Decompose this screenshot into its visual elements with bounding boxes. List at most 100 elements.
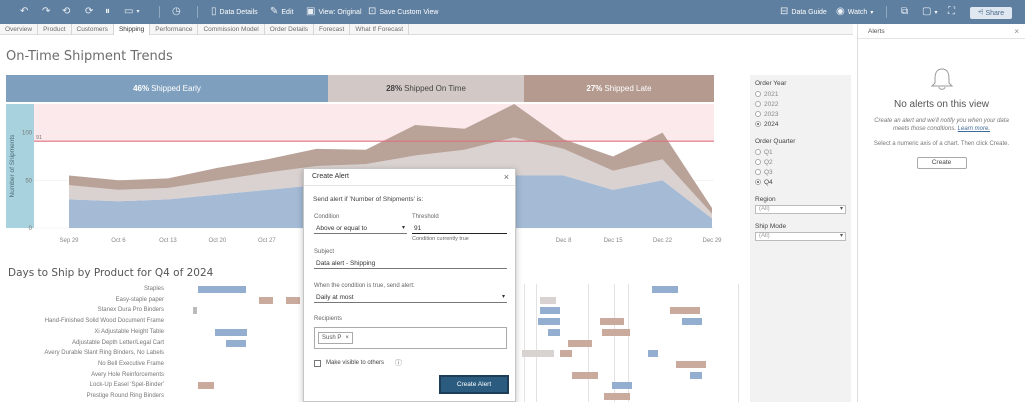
product-label: Prestige Round Ring Binders <box>86 393 164 399</box>
y-tick-label: 50 <box>25 178 32 184</box>
redo-icon[interactable]: ↷ <box>42 0 50 24</box>
save-custom-view-button[interactable]: ⊡ Save Custom View <box>368 0 438 24</box>
chevron-down-icon: ▾ <box>839 206 843 212</box>
gantt-bar[interactable] <box>602 328 630 336</box>
gantt-bar[interactable] <box>604 393 630 400</box>
order-year-filter: Order Year 2021 2022 2023 2024 <box>755 80 846 129</box>
data-details-button[interactable]: ▯ Data Details <box>211 0 258 24</box>
gantt-bar[interactable] <box>676 360 706 368</box>
refresh-icon[interactable]: ⟳ <box>85 0 93 24</box>
product-label: No Bell Executive Frame <box>97 360 164 367</box>
gantt-bar[interactable] <box>286 296 300 304</box>
filters-panel: Order Year 2021 2022 2023 2024 Order Quarte… <box>750 75 851 402</box>
gantt-bar[interactable] <box>560 350 572 358</box>
gantt-bar[interactable] <box>572 371 598 379</box>
make-visible-checkbox[interactable] <box>314 360 321 367</box>
radio-icon <box>755 121 761 127</box>
edit-button[interactable]: ✎ Edit <box>270 0 293 24</box>
ship-mode-select[interactable]: (All) ▾ <box>755 232 846 241</box>
fullscreen-icon[interactable]: ⛶ <box>948 0 955 24</box>
no-alerts-heading: No alerts on this view <box>893 99 990 110</box>
document-icon: ▯ <box>211 6 217 17</box>
gantt-bar[interactable] <box>652 286 678 293</box>
revert-icon[interactable]: ⟲ <box>62 0 70 24</box>
subject-input[interactable]: Data alert - Shipping <box>314 259 507 269</box>
gridline <box>524 284 525 402</box>
gantt-bar[interactable] <box>215 328 247 336</box>
shipment-segment-shipped-early[interactable]: 46% Shipped Early <box>6 75 328 102</box>
undo-icon[interactable]: ↶ <box>20 0 28 24</box>
subject-label: Subject <box>314 249 335 255</box>
product-label: Stanex Dura Pro Binders <box>97 307 164 314</box>
region-select[interactable]: (All) ▾ <box>755 205 846 214</box>
tab-forecast[interactable]: Forecast <box>314 24 351 35</box>
remove-recipient-icon[interactable]: × <box>345 333 349 343</box>
frequency-label: When the condition is true, send alert: <box>314 283 415 289</box>
history-icon[interactable]: ◷ <box>172 0 181 24</box>
gantt-bar[interactable] <box>682 318 702 326</box>
segment-percent: 28% <box>386 84 403 93</box>
gantt-bar[interactable] <box>670 307 700 315</box>
shipment-segment-shipped-on-time[interactable]: 28% Shipped On Time <box>328 75 524 102</box>
watch-button[interactable]: ◉ Watch ▾ <box>836 0 873 24</box>
condition-select[interactable]: Above or equal to ▾ <box>314 224 407 234</box>
tab-shipping[interactable]: Shipping <box>113 24 151 35</box>
frequency-select[interactable]: Daily at most ▾ <box>314 293 507 303</box>
recipients-input[interactable]: Sush P × <box>314 327 507 349</box>
tab-overview[interactable]: Overview <box>0 24 39 35</box>
order-year-option[interactable]: 2024 <box>755 119 846 129</box>
gantt-bar[interactable] <box>612 382 632 390</box>
info-icon[interactable]: ⓘ <box>395 358 402 368</box>
tab-commission-model[interactable]: Commission Model <box>198 24 265 35</box>
close-icon[interactable]: × <box>1014 24 1019 39</box>
gantt-bar[interactable] <box>648 350 658 358</box>
gantt-bar[interactable] <box>226 339 246 347</box>
order-quarter-option[interactable]: Q1 <box>755 147 846 157</box>
create-alert-button[interactable]: Create Alert <box>439 375 509 394</box>
order-quarter-option[interactable]: Q4 <box>755 177 846 187</box>
edit-icon: ✎ <box>270 6 279 17</box>
learn-more-link[interactable]: Learn more. <box>958 126 990 132</box>
gantt-bar[interactable] <box>568 339 592 347</box>
tab-customers[interactable]: Customers <box>72 24 114 35</box>
x-tick-label: Dec 22 <box>653 238 673 244</box>
gridline <box>738 284 739 402</box>
close-icon[interactable]: × <box>504 169 509 185</box>
x-tick-label: Sep 29 <box>59 238 79 244</box>
tab-order-details[interactable]: Order Details <box>265 24 315 35</box>
gantt-bar[interactable] <box>193 307 197 315</box>
tab-product[interactable]: Product <box>38 24 72 35</box>
gantt-bar[interactable] <box>198 286 246 293</box>
gantt-bar[interactable] <box>198 382 214 390</box>
gantt-bar[interactable] <box>548 328 560 336</box>
gantt-bar[interactable] <box>538 318 560 326</box>
present-icon[interactable]: ▭ ▾ <box>124 0 139 24</box>
x-tick-label: Oct 13 <box>159 238 177 244</box>
view-original-button[interactable]: ▣ View: Original <box>306 0 362 24</box>
product-label: Lock-Up Easel 'Spel-Binder' <box>89 382 164 389</box>
order-year-option[interactable]: 2021 <box>755 89 846 99</box>
gridline <box>536 284 537 402</box>
order-quarter-title: Order Quarter <box>755 138 796 145</box>
order-year-option[interactable]: 2023 <box>755 109 846 119</box>
data-guide-button[interactable]: ⊟ Data Guide <box>780 0 827 24</box>
share-link-icon[interactable]: ⧉ <box>901 0 908 24</box>
tab-performance[interactable]: Performance <box>150 24 199 35</box>
gantt-bar[interactable] <box>540 296 556 304</box>
gantt-bar[interactable] <box>259 296 273 304</box>
gantt-bar[interactable] <box>690 371 702 379</box>
tab-what-if-forecast[interactable]: What If Forecast <box>350 24 410 35</box>
threshold-input[interactable]: 91 <box>412 224 507 234</box>
order-quarter-option[interactable]: Q2 <box>755 157 846 167</box>
comment-icon[interactable]: ▢ ▾ <box>922 0 937 24</box>
pause-icon[interactable]: ⏸ <box>105 0 110 24</box>
order-quarter-option[interactable]: Q3 <box>755 167 846 177</box>
shipment-segment-shipped-late[interactable]: 27% Shipped Late <box>524 75 714 102</box>
order-year-option[interactable]: 2022 <box>755 99 846 109</box>
days-to-ship-title: Days to Ship by Product for Q4 of 2024 <box>8 267 214 279</box>
gantt-bar[interactable] <box>600 318 624 326</box>
gantt-bar[interactable] <box>540 307 560 315</box>
share-button[interactable]: ⩤ Share <box>970 7 1012 19</box>
gantt-bar[interactable] <box>522 350 554 358</box>
create-alert-panel-button[interactable]: Create <box>916 156 967 169</box>
